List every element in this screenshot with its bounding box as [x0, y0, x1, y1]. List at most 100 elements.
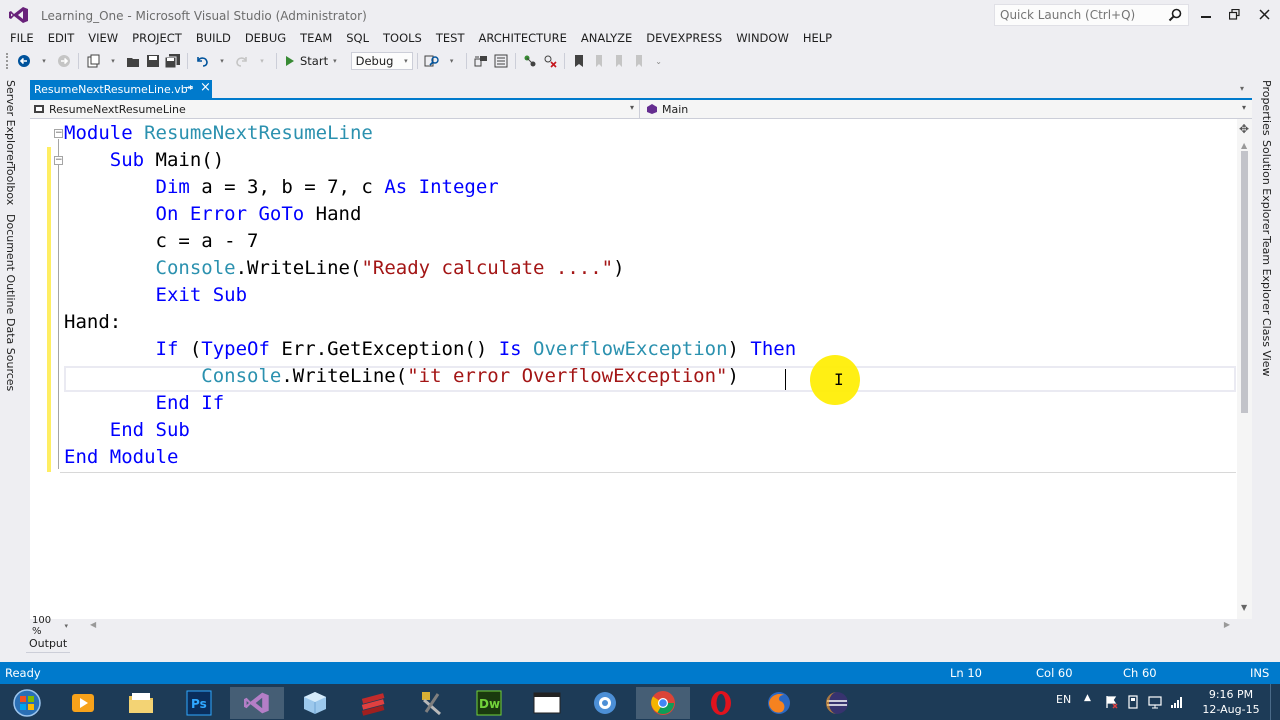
- navigate-forward-button[interactable]: [55, 50, 73, 72]
- back-dropdown-icon[interactable]: ▾: [35, 50, 53, 72]
- data-sources-tab[interactable]: Data Sources: [4, 318, 17, 391]
- document-tab[interactable]: ResumeNextResumeLine.vb* ⊸ ×: [30, 80, 212, 99]
- undo-button[interactable]: [193, 50, 211, 72]
- close-window-button[interactable]: [1250, 2, 1278, 26]
- horizontal-scrollbar[interactable]: ◀ ▶: [90, 620, 1230, 631]
- file-explorer-icon[interactable]: [114, 687, 168, 719]
- start-dropdown-icon[interactable]: ▾: [333, 57, 337, 65]
- types-dropdown[interactable]: ResumeNextResumeLine ▾: [30, 100, 640, 118]
- menu-project[interactable]: PROJECT: [125, 29, 189, 47]
- menu-edit[interactable]: EDIT: [41, 29, 82, 47]
- save-all-button[interactable]: [164, 50, 182, 72]
- chrome-icon[interactable]: [636, 687, 690, 719]
- display-icon[interactable]: [1148, 695, 1162, 709]
- system-clock[interactable]: 9:16 PM 12-Aug-15: [1196, 687, 1266, 717]
- redo-dropdown-icon[interactable]: ▾: [253, 50, 271, 72]
- scrollbar-thumb[interactable]: [1241, 151, 1248, 413]
- eclipse-icon[interactable]: [810, 687, 864, 719]
- pin-icon[interactable]: ⊸: [184, 81, 193, 94]
- menu-view[interactable]: VIEW: [81, 29, 125, 47]
- toolbox-tab[interactable]: Toolbox: [4, 164, 17, 205]
- start-debugging-button[interactable]: Start ▾: [281, 54, 341, 68]
- quick-launch-input[interactable]: [995, 5, 1160, 25]
- class-view-tab[interactable]: Class View: [1260, 318, 1273, 377]
- scroll-up-icon[interactable]: ▲: [1241, 141, 1247, 150]
- box-app-icon[interactable]: [288, 687, 342, 719]
- members-dropdown[interactable]: Main ▾: [642, 100, 1252, 118]
- menu-analyze[interactable]: ANALYZE: [574, 29, 639, 47]
- usb-device-icon[interactable]: [1126, 695, 1140, 709]
- vertical-scrollbar[interactable]: ✥ ▲ ▼: [1237, 119, 1252, 619]
- network-signal-icon[interactable]: [1170, 695, 1184, 709]
- solution-explorer-button[interactable]: [472, 50, 490, 72]
- minimize-button[interactable]: [1192, 2, 1220, 26]
- menu-file[interactable]: FILE: [0, 29, 41, 47]
- prev-bookmark-button[interactable]: [590, 50, 608, 72]
- photoshop-icon[interactable]: Ps: [172, 687, 226, 719]
- navigate-back-button[interactable]: [15, 50, 33, 72]
- menu-debug[interactable]: DEBUG: [238, 29, 293, 47]
- next-bookmark-button[interactable]: [610, 50, 628, 72]
- start-orb-icon[interactable]: [0, 687, 54, 719]
- solution-configuration-select[interactable]: Debug ▾: [350, 52, 413, 70]
- menu-team[interactable]: TEAM: [293, 29, 339, 47]
- team-explorer-tab[interactable]: Team Explorer: [1260, 236, 1273, 314]
- window-app-icon[interactable]: [520, 687, 574, 719]
- scroll-left-icon[interactable]: ◀: [90, 620, 96, 629]
- indicator-margin[interactable]: [30, 119, 44, 619]
- action-center-flag-icon[interactable]: [1104, 695, 1118, 709]
- show-desktop-button[interactable]: [1270, 684, 1280, 720]
- split-window-icon[interactable]: ✥: [1239, 122, 1249, 136]
- opera-icon[interactable]: [694, 687, 748, 719]
- restore-button[interactable]: [1220, 2, 1248, 26]
- disconnect-button[interactable]: [541, 50, 559, 72]
- input-language-indicator[interactable]: EN: [1056, 693, 1071, 706]
- team-explorer-button[interactable]: [521, 50, 539, 72]
- toolbar-overflow-icon[interactable]: ⌄: [650, 50, 668, 72]
- network-icon[interactable]: [578, 687, 632, 719]
- media-player-icon[interactable]: [56, 687, 110, 719]
- find-in-files-button[interactable]: [423, 50, 441, 72]
- menu-help[interactable]: HELP: [796, 29, 839, 47]
- find-dropdown-icon[interactable]: ▾: [443, 50, 461, 72]
- scroll-down-icon[interactable]: ▼: [1241, 603, 1247, 612]
- redo-button[interactable]: [233, 50, 251, 72]
- firefox-icon[interactable]: [752, 687, 806, 719]
- properties-button[interactable]: [492, 50, 510, 72]
- document-list-dropdown-icon[interactable]: ▾: [1240, 84, 1244, 93]
- undo-dropdown-icon[interactable]: ▾: [213, 50, 231, 72]
- menu-test[interactable]: TEST: [429, 29, 472, 47]
- menu-architecture[interactable]: ARCHITECTURE: [471, 29, 573, 47]
- code-text[interactable]: Module ResumeNextResumeLine Sub Main() D…: [64, 119, 1234, 479]
- collapse-module-icon[interactable]: −: [54, 129, 63, 138]
- output-tab[interactable]: Output: [29, 637, 67, 650]
- new-dropdown-icon[interactable]: ▾: [104, 50, 122, 72]
- toolbar-grip[interactable]: [6, 53, 10, 69]
- menu-sql[interactable]: SQL: [339, 29, 376, 47]
- bookmark-button[interactable]: [570, 50, 588, 72]
- dreamweaver-icon[interactable]: Dw: [462, 687, 516, 719]
- show-hidden-icons-icon[interactable]: ▲: [1084, 693, 1091, 703]
- server-explorer-tab[interactable]: Server Explorer: [4, 80, 17, 165]
- scroll-right-icon[interactable]: ▶: [1224, 620, 1230, 629]
- save-button[interactable]: [144, 50, 162, 72]
- menu-window[interactable]: WINDOW: [729, 29, 796, 47]
- document-outline-tab[interactable]: Document Outline: [4, 214, 17, 314]
- properties-tab[interactable]: Properties: [1260, 80, 1273, 136]
- close-tab-icon[interactable]: ×: [200, 80, 211, 95]
- tools-icon[interactable]: [404, 687, 458, 719]
- zoom-level-select[interactable]: 100 % ▾: [30, 615, 68, 637]
- visual-studio-icon[interactable]: [230, 687, 284, 719]
- quick-launch-box[interactable]: [994, 4, 1189, 26]
- collapse-sub-icon[interactable]: −: [54, 156, 63, 165]
- rar-icon[interactable]: [346, 687, 400, 719]
- menu-devexpress[interactable]: DEVEXPRESS: [639, 29, 729, 47]
- solution-explorer-tab[interactable]: Solution Explorer: [1260, 140, 1273, 234]
- open-file-button[interactable]: [124, 50, 142, 72]
- code-editor[interactable]: − − Module ResumeNextResumeLine Sub Main…: [30, 119, 1252, 619]
- search-icon[interactable]: [1168, 8, 1182, 22]
- menu-build[interactable]: BUILD: [189, 29, 238, 47]
- menu-tools[interactable]: TOOLS: [376, 29, 429, 47]
- new-project-button[interactable]: [84, 50, 102, 72]
- clear-bookmarks-button[interactable]: [630, 50, 648, 72]
